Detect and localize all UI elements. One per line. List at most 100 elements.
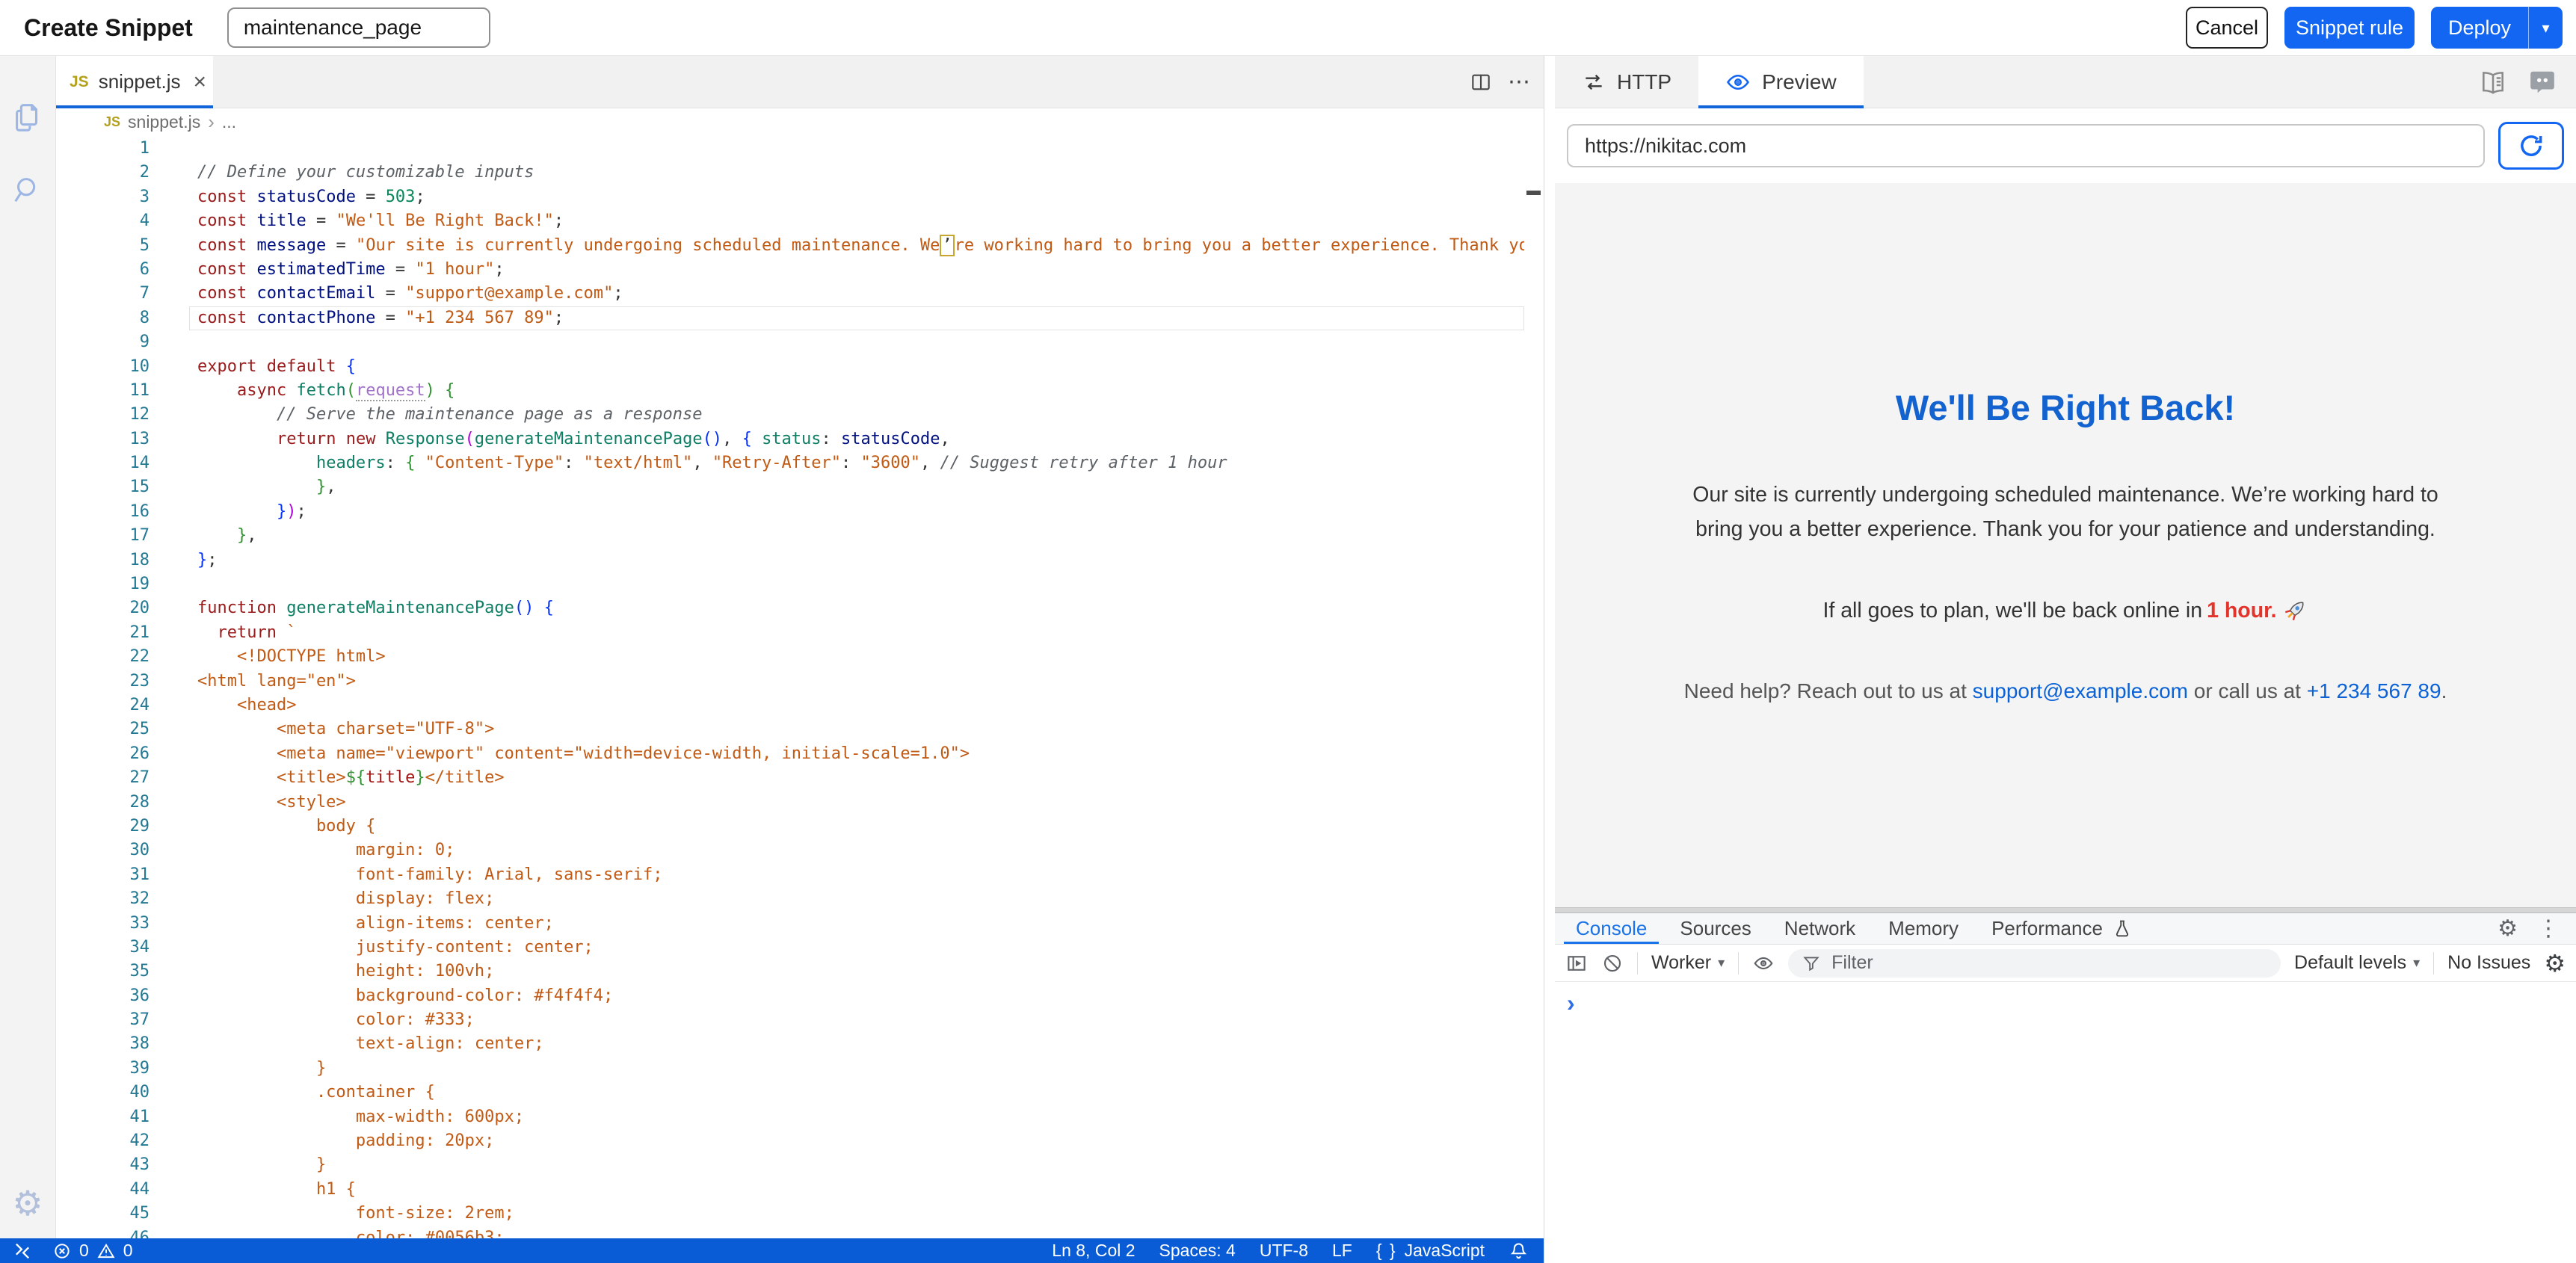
cursor-position[interactable]: Ln 8, Col 2	[1052, 1241, 1135, 1261]
code-line[interactable]: 15 },	[56, 475, 1544, 499]
code-line[interactable]: 39 }	[56, 1057, 1544, 1081]
code-line[interactable]: 30 margin: 0;	[56, 839, 1544, 862]
kebab-menu-icon[interactable]: ⋮	[2537, 918, 2560, 940]
discord-icon[interactable]	[2528, 68, 2557, 96]
code-line[interactable]: 44 h1 {	[56, 1178, 1544, 1202]
clear-console-icon[interactable]	[1601, 952, 1624, 975]
devtools-tab-memory[interactable]: Memory	[1872, 913, 1975, 944]
remote-indicator-icon[interactable]	[12, 1241, 33, 1262]
snippet-rule-button[interactable]: Snippet rule	[2284, 7, 2415, 49]
devtools-tab-network[interactable]: Network	[1768, 913, 1872, 944]
code-line[interactable]: 45 font-size: 2rem;	[56, 1202, 1544, 1226]
eol-setting[interactable]: LF	[1332, 1241, 1352, 1261]
devtools-splitter[interactable]	[1555, 907, 2576, 913]
tab-snippet-js[interactable]: JS snippet.js ×	[56, 56, 213, 108]
code-line[interactable]: 18};	[56, 549, 1544, 572]
code-line[interactable]: 7const contactEmail = "support@example.c…	[56, 282, 1544, 306]
more-actions-icon[interactable]: ⋯	[1508, 69, 1532, 95]
deploy-button[interactable]: Deploy	[2431, 7, 2528, 49]
code-line[interactable]: 25 <meta charset="UTF-8">	[56, 717, 1544, 741]
console-prompt-chevron[interactable]: ›	[1567, 989, 1575, 1016]
docs-book-icon[interactable]	[2479, 68, 2507, 96]
notifications-bell-icon[interactable]	[1509, 1241, 1529, 1261]
code-line[interactable]: 38 text-align: center;	[56, 1032, 1544, 1056]
code-line[interactable]: 28 <style>	[56, 791, 1544, 815]
code-line[interactable]: 12 // Serve the maintenance page as a re…	[56, 403, 1544, 427]
phone-link[interactable]: +1 234 567 89	[2307, 679, 2441, 702]
console-settings-gear-icon[interactable]: ⚙	[2544, 951, 2566, 975]
code-line[interactable]: 17 },	[56, 524, 1544, 548]
line-number: 42	[56, 1129, 150, 1153]
code-line[interactable]: 9	[56, 330, 1544, 354]
files-icon[interactable]	[10, 99, 45, 134]
code-line[interactable]: 8const contactPhone = "+1 234 567 89";	[56, 306, 1544, 330]
console-sidebar-icon[interactable]	[1565, 952, 1588, 975]
breadcrumb-more[interactable]: ...	[222, 112, 236, 132]
code-line[interactable]: 31 font-family: Arial, sans-serif;	[56, 863, 1544, 887]
code-line[interactable]: 3const statusCode = 503;	[56, 185, 1544, 209]
code-line[interactable]: 23<html lang="en">	[56, 670, 1544, 694]
snippet-name-input[interactable]	[227, 7, 490, 48]
devtools-tab-performance[interactable]: Performance	[1975, 913, 2149, 944]
code-line[interactable]: 1	[56, 137, 1544, 161]
devtools-tab-sources[interactable]: Sources	[1663, 913, 1767, 944]
tab-preview[interactable]: Preview	[1698, 56, 1864, 108]
code-line[interactable]: 4const title = "We'll Be Right Back!";	[56, 209, 1544, 233]
pane-divider[interactable]	[1544, 56, 1555, 1263]
live-expression-eye-icon[interactable]	[1752, 952, 1775, 975]
code-line[interactable]: 19	[56, 572, 1544, 596]
url-input[interactable]	[1567, 124, 2485, 167]
code-line[interactable]: 42 padding: 20px;	[56, 1129, 1544, 1153]
code-line[interactable]: 11 async fetch(request) {	[56, 379, 1544, 403]
console-output[interactable]: ›	[1555, 982, 2576, 1263]
code-line[interactable]: 43 }	[56, 1153, 1544, 1177]
close-tab-icon[interactable]: ×	[194, 71, 207, 93]
code-line[interactable]: 2// Define your customizable inputs	[56, 161, 1544, 185]
code-line[interactable]: 35 height: 100vh;	[56, 960, 1544, 983]
code-line[interactable]: 21 return `	[56, 621, 1544, 645]
code-line[interactable]: 34 justify-content: center;	[56, 936, 1544, 960]
code-line[interactable]: 32 display: flex;	[56, 887, 1544, 911]
code-line[interactable]: 46 color: #0056b3;	[56, 1226, 1544, 1238]
refresh-button[interactable]	[2498, 122, 2564, 170]
code-line[interactable]: 22 <!DOCTYPE html>	[56, 645, 1544, 669]
code-line[interactable]: 29 body {	[56, 815, 1544, 839]
encoding-setting[interactable]: UTF-8	[1260, 1241, 1308, 1261]
code-line[interactable]: 5const message = "Our site is currently …	[56, 234, 1544, 258]
code-line[interactable]: 40 .container {	[56, 1081, 1544, 1105]
support-email-link[interactable]: support@example.com	[1973, 679, 2188, 702]
code-line[interactable]: 41 max-width: 600px;	[56, 1105, 1544, 1129]
code-line[interactable]: 16 });	[56, 500, 1544, 524]
split-editor-icon[interactable]	[1469, 70, 1493, 94]
line-number: 22	[56, 645, 150, 669]
code-line[interactable]: 6const estimatedTime = "1 hour";	[56, 258, 1544, 282]
deploy-dropdown-button[interactable]: ▾	[2528, 7, 2563, 49]
code-line[interactable]: 10export default {	[56, 355, 1544, 379]
code-line[interactable]: 36 background-color: #f4f4f4;	[56, 984, 1544, 1008]
filter-input[interactable]	[1830, 951, 2267, 975]
code-line[interactable]: 14 headers: { "Content-Type": "text/html…	[56, 451, 1544, 475]
console-context-selector[interactable]: Worker ▾	[1651, 952, 1725, 974]
code-line[interactable]: 26 <meta name="viewport" content="width=…	[56, 742, 1544, 766]
devtools-settings-gear-icon[interactable]: ⚙	[2498, 918, 2518, 940]
code-line[interactable]: 37 color: #333;	[56, 1008, 1544, 1032]
code-line[interactable]: 33 align-items: center;	[56, 912, 1544, 936]
code-line[interactable]: 20function generateMaintenancePage() {	[56, 596, 1544, 620]
tab-http[interactable]: HTTP	[1555, 56, 1698, 108]
devtools-tab-console[interactable]: Console	[1559, 913, 1663, 944]
settings-gear-icon[interactable]: ⚙	[12, 1186, 43, 1220]
code-editor[interactable]: 12// Define your customizable inputs3con…	[56, 135, 1544, 1238]
breadcrumb-file[interactable]: snippet.js	[128, 112, 200, 132]
editor-overview-ruler[interactable]	[1524, 135, 1544, 1238]
code-line[interactable]: 13 return new Response(generateMaintenan…	[56, 427, 1544, 451]
issues-counter[interactable]: No Issues	[2447, 952, 2530, 974]
code-line[interactable]: 27 <title>${title}</title>	[56, 766, 1544, 790]
search-icon[interactable]	[10, 173, 45, 207]
indentation-setting[interactable]: Spaces: 4	[1159, 1241, 1236, 1261]
cancel-button[interactable]: Cancel	[2186, 7, 2268, 49]
log-levels-selector[interactable]: Default levels ▾	[2294, 952, 2420, 974]
problems-indicator[interactable]: 0 0	[52, 1241, 133, 1261]
code-line[interactable]: 24 <head>	[56, 694, 1544, 717]
breadcrumb[interactable]: JS snippet.js › ...	[56, 108, 1544, 135]
language-mode[interactable]: { } JavaScript	[1376, 1241, 1485, 1261]
